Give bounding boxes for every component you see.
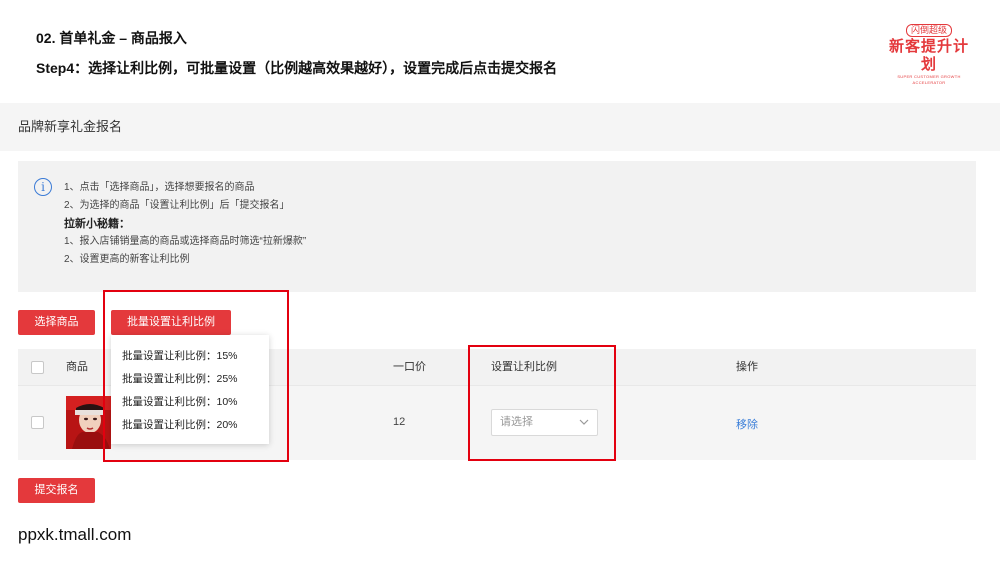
notice-line: 2、设置更高的新客让利比例 [64,254,190,265]
brand-name: 新客提升计划 [888,38,969,73]
header-product: 商品 [66,361,88,373]
notice-line: 1、报入店铺销量高的商品或选择商品时筛选“拉新爆款” [64,236,307,247]
header-action: 操作 [736,361,758,373]
remove-link[interactable]: 移除 [736,416,758,432]
highlight-box-ratio-column [468,345,616,461]
brand-logo: 闪倒超级 新客提升计划 SUPER CUSTOMER GROWTH ACCELE… [888,20,970,85]
slide-header: 02. 首单礼金 – 商品报入 Step4：选择让利比例，可批量设置（比例越高效… [36,28,557,78]
select-all-checkbox[interactable] [31,361,44,374]
notice-line: 2、为选择的商品「设置让利比例」后「提交报名」 [64,200,290,211]
product-price: 12 [393,416,406,428]
select-product-button[interactable]: 选择商品 [18,310,95,335]
brand-tagline: SUPER CUSTOMER GROWTH ACCELERATOR [897,74,961,85]
notice-line: 1、点击「选择商品」，选择想要报名的商品 [64,182,255,193]
panel-title: 品牌新享礼金报名 [0,103,1000,151]
info-icon: i [34,178,52,196]
submit-registration-button[interactable]: 提交报名 [18,478,95,503]
slide-title: 02. 首单礼金 – 商品报入 [36,30,187,46]
notice-lines: 1、点击「选择商品」，选择想要报名的商品 2、为选择的商品「设置让利比例」后「提… [64,179,306,269]
slide-step-instruction: Step4：选择让利比例，可批量设置（比例越高效果越好），设置完成后点击提交报名 [36,60,558,76]
notice-tips-heading: 拉新小秘籍： [64,218,130,230]
notice-box: i 1、点击「选择商品」，选择想要报名的商品 2、为选择的商品「设置让利比例」后… [18,161,976,292]
highlight-box-batch-dropdown [103,290,289,462]
header-price: 一口价 [393,361,426,373]
brand-badge: 闪倒超级 [905,24,952,37]
footer-url: ppxk.tmall.com [18,525,132,544]
row-checkbox[interactable] [31,416,44,429]
